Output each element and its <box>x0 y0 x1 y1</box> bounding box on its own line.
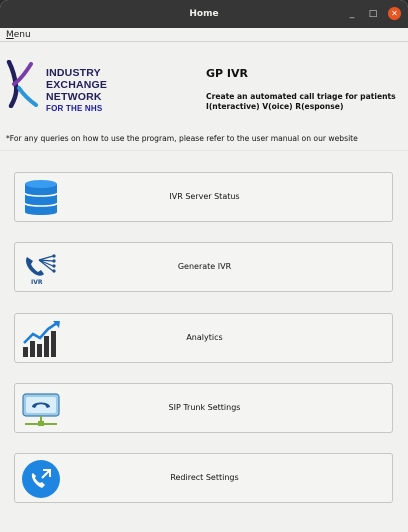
menu-item-menu[interactable]: Menu <box>6 28 31 42</box>
analytics-button[interactable]: Analytics <box>14 313 393 363</box>
menu-divider <box>0 41 408 42</box>
close-icon[interactable]: ✕ <box>388 7 401 20</box>
main-window: Home _ □ ✕ Menu INDUSTRY EXCHANGE NETWOR… <box>0 0 408 532</box>
analytics-label: Analytics <box>186 333 223 342</box>
section-divider <box>0 150 408 151</box>
redirect-settings-label: Redirect Settings <box>170 473 239 482</box>
minimize-icon[interactable]: _ <box>347 9 357 19</box>
title-bar[interactable]: Home _ □ ✕ <box>0 0 408 28</box>
generate-ivr-label: Generate IVR <box>177 262 232 271</box>
redirect-settings-button[interactable]: Redirect Settings <box>14 453 393 503</box>
page-title: GP IVR <box>206 67 248 80</box>
user-manual-notice: *For any queries on how to use the progr… <box>6 134 358 143</box>
menu-bar: Menu <box>0 28 408 42</box>
ivr-server-status-button[interactable]: IVR Server Status <box>14 172 393 222</box>
generate-ivr-button[interactable]: IVR Generate IVR <box>14 242 393 292</box>
ivr-server-status-label: IVR Server Status <box>169 192 240 201</box>
sip-trunk-settings-button[interactable]: SIP Trunk Settings <box>14 383 393 433</box>
logo-wordmark: INDUSTRY EXCHANGE NETWORK FOR THE NHS <box>46 67 108 113</box>
company-logo: INDUSTRY EXCHANGE NETWORK FOR THE NHS <box>6 58 138 116</box>
sip-trunk-settings-label: SIP Trunk Settings <box>168 403 241 412</box>
maximize-icon[interactable]: □ <box>368 9 378 19</box>
logo-mark-icon <box>6 60 38 108</box>
page-description: Create an automated call triage for pati… <box>206 92 396 111</box>
